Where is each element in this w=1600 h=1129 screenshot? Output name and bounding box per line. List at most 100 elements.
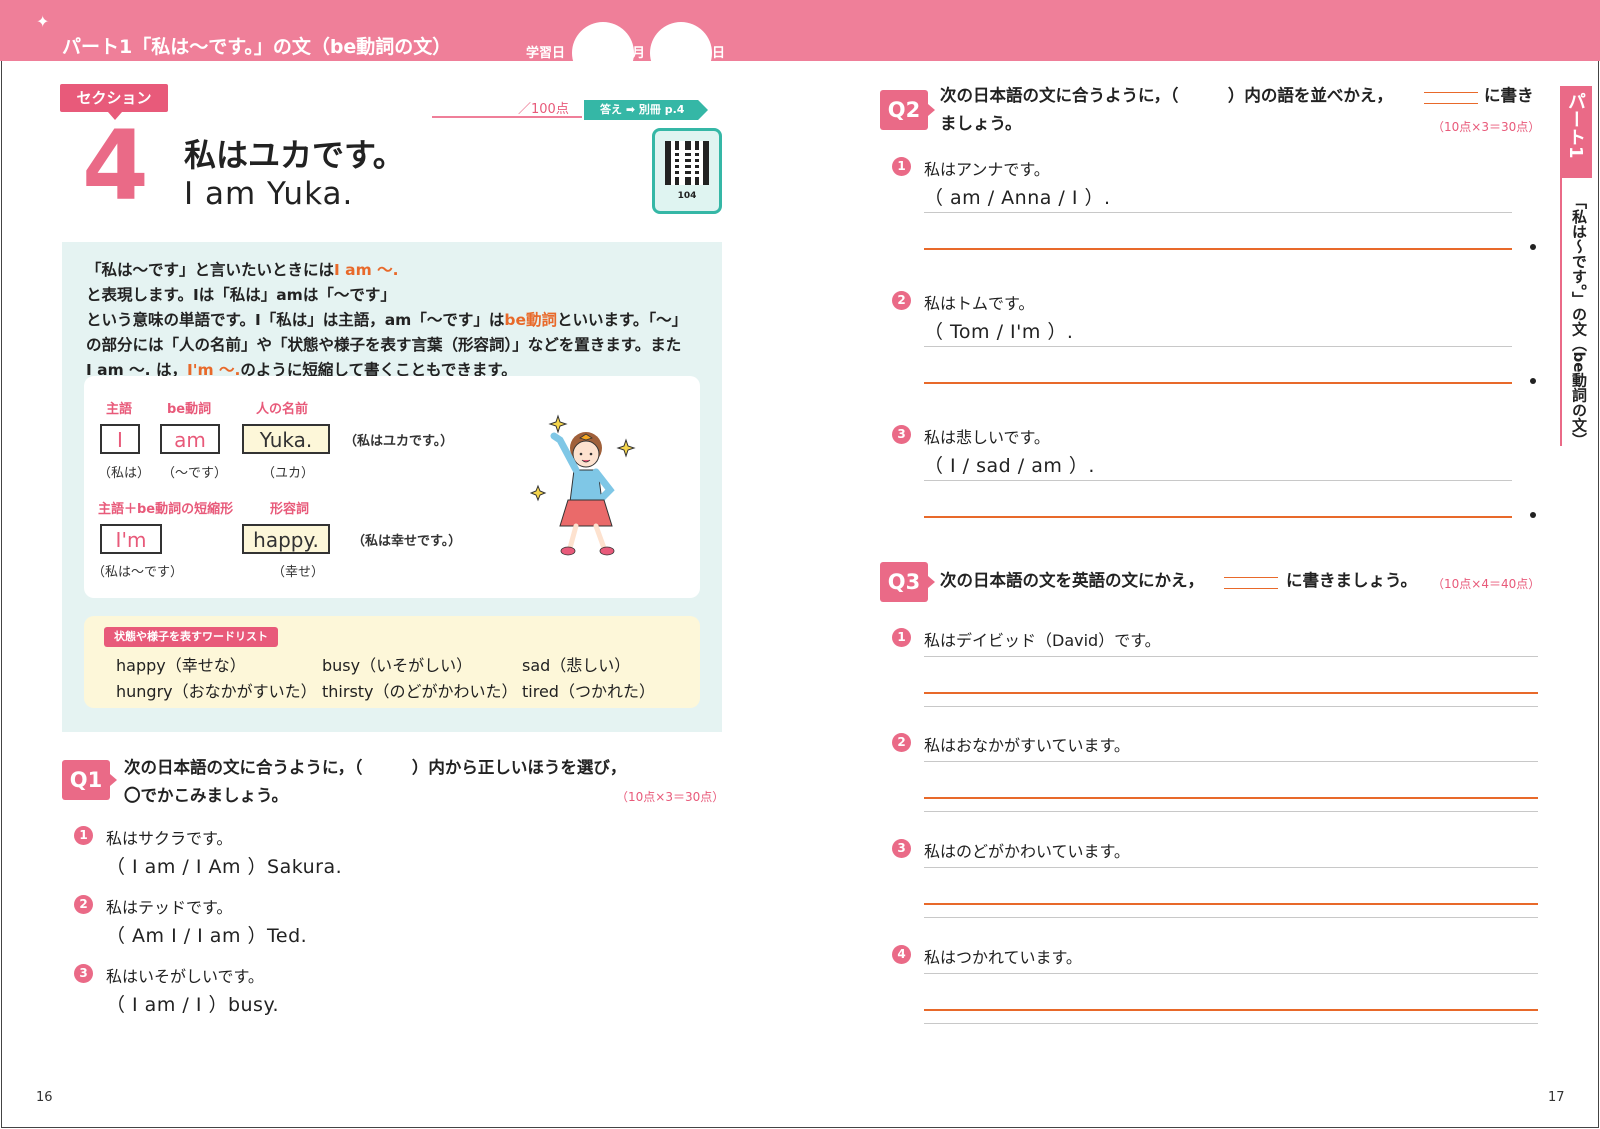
sparkle-icon: ✦ [36,12,50,31]
sub-yuka: （ユカ） [262,466,315,481]
q3-blank-sample [1224,577,1278,589]
label-be-verb: be動詞 [167,402,212,417]
sentence2-translation: （私は幸せです。） [352,534,462,549]
month-label: 月 [632,46,646,61]
box-happy: happy. [242,524,330,554]
total-score: ／100点 [518,102,569,117]
q2-item3-jp: 私は悲しいです。 [924,428,1050,447]
page-number-left: 16 [36,1090,53,1105]
q1-item1-number: 1 [74,826,93,845]
q2-item3-guide-line [924,480,1512,481]
q1-item1-choices[interactable]: （ I am / I Am ）Sakura. [106,852,342,879]
label-contraction: 主語＋be動詞の短縮形 [98,502,234,517]
q1-badge: Q1 [62,760,117,800]
q3-item2-jp: 私はおなかがすいています。 [924,736,1130,755]
label-adjective: 形容詞 [270,502,310,517]
label-name: 人の名前 [256,402,309,417]
word-tired: tired（つかれた） [522,682,655,701]
word-busy: busy（いそがしい） [322,656,473,675]
q2-badge: Q2 [880,90,935,130]
q3-instruction-b: に書きましょう。 [1286,571,1418,590]
month-circle [572,22,634,84]
q3-item1-jp: 私はデイビッド（David）です。 [924,631,1161,650]
q3-item4-guide-line [924,973,1538,974]
q3-item4-number: 4 [892,945,911,964]
qr-code-number: 104 [677,191,697,201]
header-title: パート1「私は〜です。」の文（be動詞の文） [62,36,452,58]
q2-item1-answer-line[interactable] [924,248,1512,250]
word-happy: happy（幸せな） [116,656,246,675]
section-badge: セクション [60,84,168,120]
q3-item3-answer-line[interactable] [924,903,1538,905]
q1-item3-choices[interactable]: （ I am / I ）busy. [106,990,279,1017]
sub-am: （〜です） [162,466,228,481]
q3-item4-answer-line[interactable] [924,1009,1538,1011]
answer-reference: 答え ➡ 別冊 p.4 [584,100,708,120]
q3-item1-answer-line[interactable] [924,692,1538,694]
q3-item2-base-line [924,811,1538,812]
sentence1-translation: （私はユカです。） [344,434,454,449]
q3-item2-number: 2 [892,733,911,752]
q2-item1-guide-line [924,212,1512,213]
q2-instruction-line2: ましょう。 [940,114,1022,133]
day-circle [650,22,712,84]
q1-item3-jp: 私はいそがしいです。 [106,967,264,986]
q2-item3-number: 3 [892,425,911,444]
q1-instruction-line2: 〇でかこみましょう。 [124,786,289,805]
section-title-en: I am Yuka. [184,176,354,212]
word-list-tag: 状態や様子を表すワードリスト [104,627,278,647]
q3-item3-base-line [924,917,1538,918]
q2-item2-jp: 私はトムです。 [924,294,1035,313]
word-sad: sad（悲しい） [522,656,631,675]
girl-illustration [530,414,636,556]
q2-instruction-line1b: に書き [1484,86,1534,105]
q3-instruction-a: 次の日本語の文を英語の文にかえ， [940,571,1204,590]
date-label: 学習日 [526,46,566,61]
q3-item1-base-line [924,706,1538,707]
q2-item3-period [1530,512,1536,518]
q2-item1-words: （ am / Anna / I ）. [924,187,1111,209]
explanation-text: 「私は〜です」と言いたいときにはI am 〜.と表現します。Iは「私は」amは「… [86,261,688,379]
q3-item2-guide-line [924,761,1538,762]
section-number: 4 [82,110,149,222]
q1-item1-jp: 私はサクラです。 [106,829,233,848]
page-header: ✦ パート1「私は〜です。」の文（be動詞の文） 学習日 月 日 [0,0,1600,84]
sub-happy: （幸せ） [272,565,325,580]
q3-item4-jp: 私はつかれています。 [924,948,1082,967]
q3-badge: Q3 [880,562,935,602]
q2-item2-answer-line[interactable] [924,382,1512,384]
q2-item2-period [1530,378,1536,384]
sub-im: （私は〜です） [92,565,184,580]
q1-item2-number: 2 [74,895,93,914]
page-number-right: 17 [1548,1090,1565,1105]
q3-item1-number: 1 [892,628,911,647]
q1-item2-jp: 私はテッドです。 [106,898,233,917]
q2-score: （10点×3＝30点） [1432,120,1541,134]
q2-item3-answer-line[interactable] [924,516,1512,518]
q3-item3-guide-line [924,867,1538,868]
label-subject: 主語 [106,402,133,417]
sub-i: （私は） [98,466,151,481]
box-i: I [100,424,140,454]
box-yuka: Yuka. [242,424,330,454]
q1-instruction-line1: 次の日本語の文に合うように，（ ）内から正しいほうを選び， [124,758,627,777]
q2-item1-number: 1 [892,157,911,176]
q2-item1-period [1530,244,1536,250]
qr-code-icon [665,141,709,185]
day-label: 日 [712,46,726,61]
box-am: am [160,424,220,454]
q1-item2-choices[interactable]: （ Am I / I am ）Ted. [106,921,307,948]
word-thirsty: thirsty（のどがかわいた） [322,682,518,701]
q3-item2-answer-line[interactable] [924,797,1538,799]
word-hungry: hungry（おなかがすいた） [116,682,317,701]
q2-item2-number: 2 [892,291,911,310]
phone-qr-icon[interactable]: 104 [652,128,722,214]
q3-item3-jp: 私はのどがかわいています。 [924,842,1130,861]
q3-score: （10点×4＝40点） [1432,577,1541,591]
q2-item3-words: （ I / sad / am ）. [924,455,1095,477]
q2-instruction-line1: 次の日本語の文に合うように，（ ）内の語を並べかえ， [940,86,1393,105]
q3-item1-guide-line [924,656,1538,657]
side-tab-label: パート1 [1565,92,1586,159]
q1-item3-number: 3 [74,964,93,983]
q3-item4-base-line [924,1023,1538,1024]
